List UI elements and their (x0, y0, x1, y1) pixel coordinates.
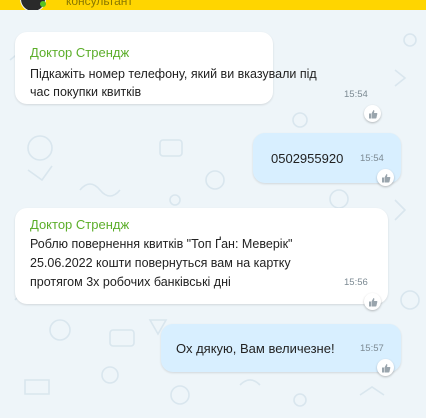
thumbs-up-icon (368, 109, 377, 118)
header-status: консультант (66, 0, 133, 8)
message-text-line: Підкажіть номер телефону, який ви вказув… (30, 67, 317, 81)
message-time: 15:57 (360, 343, 384, 354)
thumbs-up-reaction-button[interactable] (377, 169, 394, 186)
chat-header: консультант (0, 0, 426, 10)
thumbs-up-reaction-button[interactable] (377, 359, 394, 376)
incoming-message: Доктор Стрендж Підкажіть номер телефону,… (15, 32, 317, 104)
message-text-line: 0502955920 (271, 151, 344, 166)
message-time: 15:56 (344, 277, 368, 288)
thumbs-up-reaction-button[interactable] (364, 105, 381, 122)
online-status-icon (40, 1, 46, 7)
message-text-line: час покупки квитків (30, 85, 142, 99)
thumbs-up-icon (381, 363, 390, 372)
message-sender[interactable]: Доктор Стрендж (30, 45, 129, 61)
message-time: 15:54 (344, 89, 368, 100)
message-text-line: Роблю повернення квитків "Топ Ґан: Мевер… (30, 237, 293, 251)
message-text-line: Ох дякую, Вам величезне! (176, 341, 335, 356)
message-text-line: протягом 3х робочих банківські дні (30, 275, 231, 289)
thumbs-up-icon (381, 173, 390, 182)
thumbs-up-icon (368, 297, 377, 306)
message-sender[interactable]: Доктор Стрендж (30, 217, 129, 233)
thumbs-up-reaction-button[interactable] (364, 293, 381, 310)
message-time: 15:54 (360, 153, 384, 164)
message-text-line: 25.06.2022 кошти повернуться вам на карт… (30, 256, 291, 270)
